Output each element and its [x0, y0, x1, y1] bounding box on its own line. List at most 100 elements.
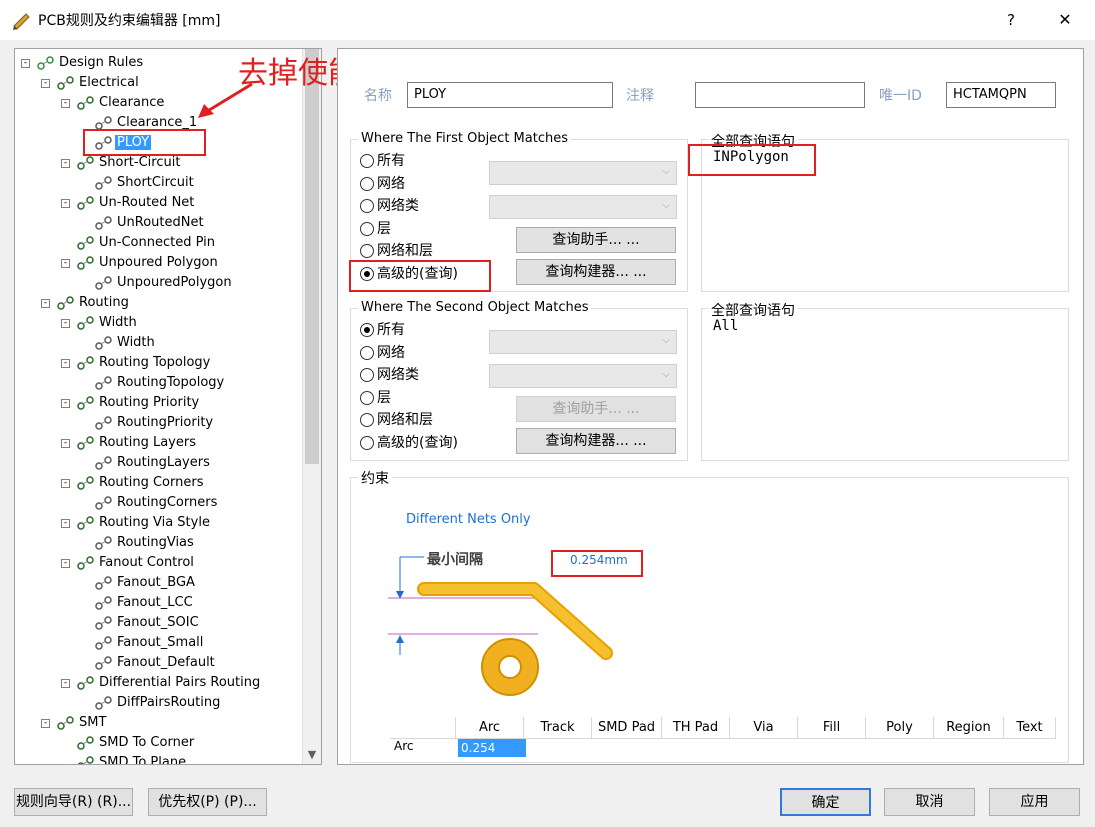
via-style-rule-icon	[95, 536, 113, 550]
tree-item[interactable]: Fanout_LCC	[95, 593, 195, 613]
collapse-icon[interactable]: -	[61, 559, 70, 568]
tree-item[interactable]: RoutingVias	[95, 533, 196, 553]
tree-item[interactable]: SMD To Corner	[77, 733, 196, 753]
close-button[interactable]: ✕	[1048, 6, 1082, 34]
tree-item[interactable]: UnRoutedNet	[95, 213, 206, 233]
collapse-icon[interactable]: -	[61, 439, 70, 448]
tree-item[interactable]: Design Rules	[37, 53, 145, 73]
collapse-icon[interactable]: -	[61, 399, 70, 408]
collapse-icon[interactable]: -	[61, 519, 70, 528]
apply-button[interactable]: 应用	[989, 788, 1080, 816]
tree-item[interactable]: Width	[77, 313, 139, 333]
first-netclass-combo[interactable]: ⌵	[489, 195, 677, 219]
radio-button-icon[interactable]	[360, 368, 374, 383]
radio-button-icon[interactable]	[360, 390, 374, 405]
collapse-icon[interactable]: -	[41, 299, 50, 308]
collapse-icon[interactable]: -	[61, 199, 70, 208]
collapse-icon[interactable]: -	[41, 719, 50, 728]
radio-button-icon[interactable]	[360, 413, 374, 428]
tree-item[interactable]: SMT	[57, 713, 108, 733]
radio-button-icon[interactable]	[360, 436, 374, 450]
scroll-down-icon[interactable]: ▼	[302, 746, 321, 764]
second_match-radio-option[interactable]: 网络	[360, 343, 405, 363]
radio-button-icon[interactable]	[360, 176, 374, 191]
tree-item[interactable]: Electrical	[57, 73, 141, 93]
tree-item[interactable]: Short-Circuit	[77, 153, 182, 173]
cell-arc-arc[interactable]: 0.254	[458, 739, 526, 757]
tree-item[interactable]: RoutingLayers	[95, 453, 212, 473]
tree-item[interactable]: Un-Connected Pin	[77, 233, 217, 253]
tree-scroll-thumb[interactable]	[305, 49, 319, 464]
tree-item[interactable]: Differential Pairs Routing	[77, 673, 262, 693]
priority-button[interactable]: 优先权(P) (P)...	[148, 788, 267, 816]
tree-item[interactable]: Routing Layers	[77, 433, 198, 453]
collapse-icon[interactable]: -	[61, 359, 70, 368]
tree-item-label: Width	[99, 315, 137, 330]
second_match-radio-option[interactable]: 层	[360, 388, 391, 408]
second_match-radio-option[interactable]: 网络类	[360, 365, 419, 385]
radio-button-icon[interactable]	[360, 154, 374, 168]
tree-item[interactable]: Fanout_BGA	[95, 573, 197, 593]
name-label: 名称	[364, 88, 392, 104]
tree-item[interactable]: Fanout Control	[77, 553, 196, 573]
collapse-icon[interactable]: -	[61, 319, 70, 328]
second_match-radio-option[interactable]: 所有	[360, 320, 405, 340]
nets-mode-link[interactable]: Different Nets Only	[406, 512, 531, 527]
collapse-icon[interactable]: -	[61, 679, 70, 688]
name-field[interactable]: PLOY	[407, 82, 613, 108]
first_match-radio-option[interactable]: 层	[360, 219, 391, 239]
tree-item[interactable]: Fanout_Small	[95, 633, 205, 653]
ok-button[interactable]: 确定	[780, 788, 871, 816]
collapse-icon[interactable]: -	[41, 79, 50, 88]
first-query-helper-button[interactable]: 查询助手... ...	[516, 227, 676, 253]
collapse-icon[interactable]: -	[61, 479, 70, 488]
tree-item[interactable]: Routing Priority	[77, 393, 201, 413]
tree-item[interactable]: Routing Via Style	[77, 513, 212, 533]
cancel-button[interactable]: 取消	[884, 788, 975, 816]
tree-item-label: RoutingLayers	[117, 455, 210, 470]
tree-item[interactable]: Routing	[57, 293, 131, 313]
collapse-icon[interactable]: -	[61, 99, 70, 108]
collapse-icon[interactable]: -	[61, 259, 70, 268]
second_match-radio-option[interactable]: 高级的(查询)	[360, 433, 458, 453]
second-netclass-combo[interactable]: ⌵	[489, 364, 677, 388]
clearance-matrix[interactable]: Arc Track SMD Pad TH Pad Via Fill Poly Region Te…	[390, 717, 1068, 765]
uid-field[interactable]: HCTAMQPN	[946, 82, 1056, 108]
tree-item[interactable]: Unpoured Polygon	[77, 253, 220, 273]
radio-button-icon[interactable]	[360, 221, 374, 236]
help-button[interactable]: ?	[996, 6, 1026, 34]
tree-item[interactable]: Clearance	[77, 93, 166, 113]
second-query-helper-button[interactable]: 查询助手... ...	[516, 396, 676, 422]
comment-field[interactable]	[695, 82, 865, 108]
tree-item[interactable]: RoutingCorners	[95, 493, 219, 513]
second-query-text[interactable]: All	[713, 318, 738, 334]
second-query-builder-button[interactable]: 查询构建器... ...	[516, 428, 676, 454]
first-net-combo[interactable]: ⌵	[489, 161, 677, 185]
tree-item[interactable]: Fanout_SOIC	[95, 613, 201, 633]
radio-button-icon[interactable]	[360, 323, 374, 337]
tree-item[interactable]: Routing Corners	[77, 473, 205, 493]
radio-button-icon[interactable]	[360, 244, 374, 259]
collapse-icon[interactable]: -	[21, 59, 30, 68]
first_match-radio-option[interactable]: 所有	[360, 151, 405, 171]
rule-wizard-button[interactable]: 规则向导(R) (R)...	[14, 788, 133, 816]
tree-item[interactable]: Un-Routed Net	[77, 193, 196, 213]
radio-button-icon[interactable]	[360, 199, 374, 214]
first_match-radio-option[interactable]: 网络	[360, 174, 405, 194]
tree-item[interactable]: Width	[95, 333, 157, 353]
second_match-radio-option[interactable]: 网络和层	[360, 410, 433, 430]
tree-item[interactable]: Fanout_Default	[95, 653, 217, 673]
collapse-icon[interactable]: -	[61, 159, 70, 168]
tree-item[interactable]: UnpouredPolygon	[95, 273, 234, 293]
tree-item[interactable]: RoutingTopology	[95, 373, 226, 393]
tree-item[interactable]: RoutingPriority	[95, 413, 215, 433]
tree-item[interactable]: ShortCircuit	[95, 173, 196, 193]
tree-item[interactable]: Routing Topology	[77, 353, 212, 373]
tree-item[interactable]: SMD To Plane	[77, 753, 188, 764]
radio-button-icon[interactable]	[360, 345, 374, 360]
second-net-combo[interactable]: ⌵	[489, 330, 677, 354]
first-query-builder-button[interactable]: 查询构建器... ...	[516, 259, 676, 285]
first_match-radio-option[interactable]: 网络和层	[360, 241, 433, 261]
first_match-radio-option[interactable]: 网络类	[360, 196, 419, 216]
tree-item[interactable]: DiffPairsRouting	[95, 693, 222, 713]
